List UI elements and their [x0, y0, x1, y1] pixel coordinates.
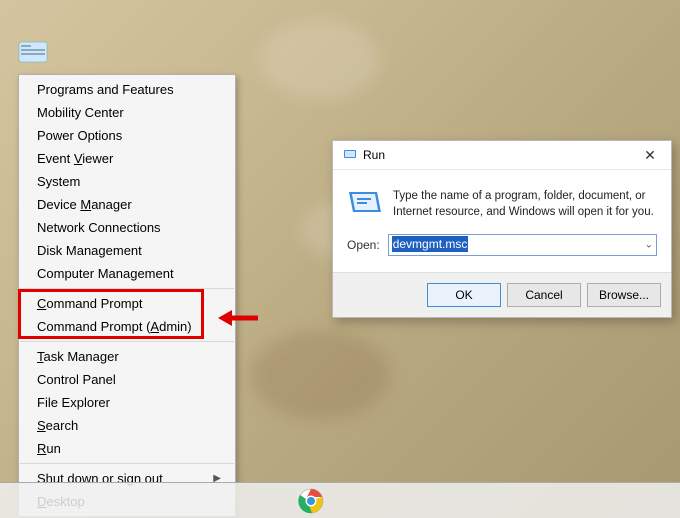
run-titlebar[interactable]: Run ✕ — [333, 141, 671, 170]
menu-item-file-explorer[interactable]: File Explorer — [19, 391, 235, 414]
menu-item-power-options[interactable]: Power Options — [19, 124, 235, 147]
menu-item-label: Network Connections — [37, 220, 161, 235]
menu-item-label: Programs and Features — [37, 82, 174, 97]
ok-button[interactable]: OK — [427, 283, 501, 307]
menu-item-label: Run — [37, 441, 61, 456]
menu-item-system[interactable]: System — [19, 170, 235, 193]
open-combobox[interactable]: devmgmt.msc ⌄ — [388, 234, 657, 256]
cancel-button[interactable]: Cancel — [507, 283, 581, 307]
run-description: Type the name of a program, folder, docu… — [393, 188, 657, 220]
menu-item-command-prompt[interactable]: Command Prompt — [19, 292, 235, 315]
menu-item-label: Command Prompt — [37, 296, 142, 311]
menu-item-network-connections[interactable]: Network Connections — [19, 216, 235, 239]
menu-separator — [20, 288, 234, 289]
menu-item-search[interactable]: Search — [19, 414, 235, 437]
menu-item-label: Computer Management — [37, 266, 174, 281]
menu-item-label: Power Options — [37, 128, 122, 143]
menu-separator — [20, 341, 234, 342]
open-input[interactable] — [388, 234, 657, 256]
menu-item-event-viewer[interactable]: Event Viewer — [19, 147, 235, 170]
menu-item-label: Device Manager — [37, 197, 132, 212]
menu-item-label: Control Panel — [37, 372, 116, 387]
run-body-icon — [347, 188, 383, 216]
menu-item-label: Disk Management — [37, 243, 142, 258]
menu-item-mobility-center[interactable]: Mobility Center — [19, 101, 235, 124]
menu-item-label: File Explorer — [37, 395, 110, 410]
browse-button[interactable]: Browse... — [587, 283, 661, 307]
menu-item-task-manager[interactable]: Task Manager — [19, 345, 235, 368]
menu-item-command-prompt-admin-[interactable]: Command Prompt (Admin) — [19, 315, 235, 338]
open-label: Open: — [347, 238, 380, 252]
menu-item-device-manager[interactable]: Device Manager — [19, 193, 235, 216]
menu-item-control-panel[interactable]: Control Panel — [19, 368, 235, 391]
menu-item-label: Task Manager — [37, 349, 119, 364]
taskbar[interactable] — [0, 482, 680, 518]
run-title-text: Run — [363, 148, 385, 162]
menu-item-computer-management[interactable]: Computer Management — [19, 262, 235, 285]
menu-item-programs-and-features[interactable]: Programs and Features — [19, 78, 235, 101]
menu-item-label: System — [37, 174, 80, 189]
desktop-folder-icon[interactable] — [18, 40, 48, 64]
run-dialog: Run ✕ Type the name of a program, folder… — [332, 140, 672, 318]
menu-item-label: Event Viewer — [37, 151, 113, 166]
winx-context-menu: Programs and Features Mobility Center Powe… — [18, 74, 236, 517]
menu-item-disk-management[interactable]: Disk Management — [19, 239, 235, 262]
menu-separator — [20, 463, 234, 464]
menu-item-run[interactable]: Run — [19, 437, 235, 460]
run-button-row: OK Cancel Browse... — [333, 272, 671, 317]
menu-item-label: Search — [37, 418, 78, 433]
run-icon — [343, 147, 357, 164]
menu-item-label: Command Prompt (Admin) — [37, 319, 192, 334]
close-button[interactable]: ✕ — [637, 145, 663, 165]
chrome-icon[interactable] — [298, 488, 324, 514]
menu-item-label: Mobility Center — [37, 105, 124, 120]
